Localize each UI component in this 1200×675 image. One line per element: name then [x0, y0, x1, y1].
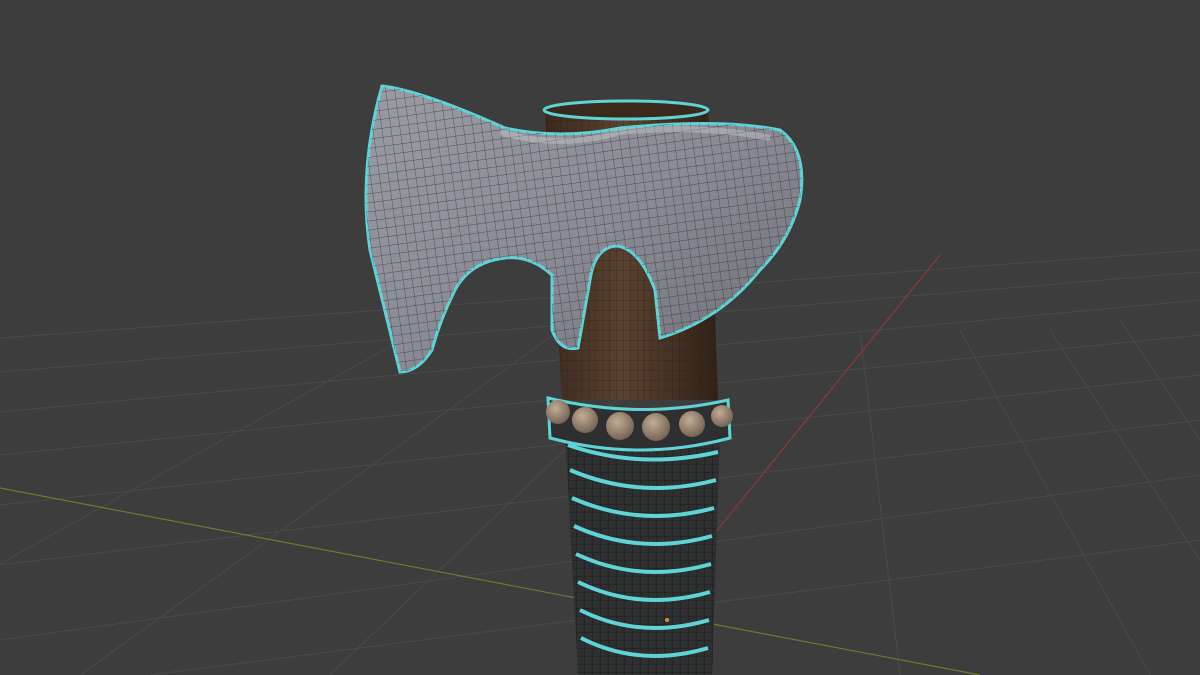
- axe-grip[interactable]: [565, 430, 720, 675]
- viewport-canvas[interactable]: [0, 0, 1200, 675]
- axe-collar[interactable]: [546, 396, 733, 452]
- 3d-cursor-icon[interactable]: [665, 618, 669, 622]
- 3d-viewport[interactable]: [0, 0, 1200, 675]
- y-axis-line: [0, 487, 981, 675]
